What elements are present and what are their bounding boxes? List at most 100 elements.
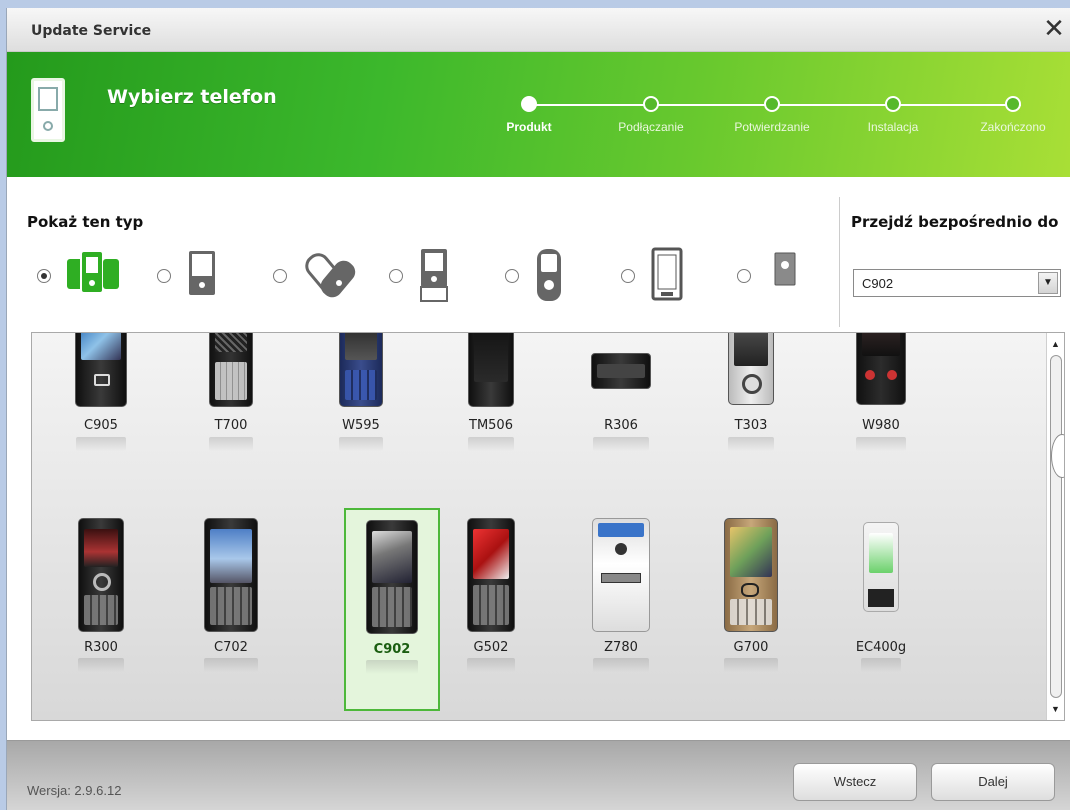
selected-phone-value: C902 <box>862 276 894 291</box>
phone-label: Z780 <box>604 640 638 655</box>
phone-label: TM506 <box>469 418 513 433</box>
phone-tile[interactable]: W595 <box>314 333 408 473</box>
scroll-track[interactable] <box>1050 355 1064 698</box>
phone-label: R300 <box>84 640 118 655</box>
slider-phone-icon <box>420 249 448 302</box>
phone-label: C902 <box>373 642 411 657</box>
step-zakonczono: Zakończono <box>953 92 1070 134</box>
step-label: Zakończono <box>980 120 1046 134</box>
all-phones-icon <box>67 250 119 294</box>
radio-button[interactable] <box>621 269 635 283</box>
phone-tile[interactable]: Z780 <box>574 508 668 708</box>
step-dot-icon <box>1005 96 1021 112</box>
wizard-steps: Produkt Podłączanie Potwierdzanie Instal… <box>497 92 1067 152</box>
page-heading: Wybierz telefon <box>107 86 277 108</box>
phone-image <box>209 333 253 407</box>
type-option-all[interactable] <box>37 247 147 307</box>
version-label: Wersja: 2.9.6.12 <box>27 783 122 798</box>
step-label: Podłączanie <box>618 120 684 134</box>
window-title: Update Service <box>31 23 152 39</box>
phone-reflection <box>209 437 253 451</box>
phone-tile[interactable]: G502 <box>444 508 538 708</box>
phone-reflection <box>366 660 418 674</box>
phone-tile[interactable]: EC400g <box>834 508 928 708</box>
phone-image <box>591 353 651 389</box>
jump-title: Przejdź bezpośrednio do <box>851 213 1059 231</box>
phone-image <box>75 333 127 407</box>
filter-title: Pokaż ten typ <box>27 213 144 231</box>
vertical-scrollbar[interactable]: ▲ ▼ <box>1046 333 1064 720</box>
chevron-down-icon[interactable]: ▼ <box>1038 272 1058 294</box>
phone-label: G502 <box>473 640 509 655</box>
phone-image <box>78 518 124 632</box>
type-option-bar[interactable] <box>157 247 257 307</box>
phone-select-dropdown[interactable]: C902 ▼ <box>853 269 1061 297</box>
radio-button[interactable] <box>505 269 519 283</box>
update-service-window: Update Service ✕ Wybierz telefon Produkt… <box>6 8 1070 810</box>
phone-image <box>366 520 418 634</box>
radio-button[interactable] <box>37 269 51 283</box>
phone-image <box>204 518 258 632</box>
phone-label: R306 <box>604 418 638 433</box>
accessory-icon <box>305 253 356 298</box>
phone-reflection <box>78 658 124 672</box>
back-button[interactable]: Wstecz <box>793 763 917 801</box>
phone-label: W595 <box>342 418 380 433</box>
phone-reflection <box>339 437 383 451</box>
phone-image <box>856 333 906 405</box>
phone-tile-selected[interactable]: C902 <box>344 508 440 711</box>
phone-reflection <box>861 658 901 672</box>
step-label: Potwierdzanie <box>734 120 810 134</box>
radio-button[interactable] <box>389 269 403 283</box>
header-banner: Wybierz telefon Produkt Podłączanie Potw… <box>7 52 1070 177</box>
step-potwierdzanie: Potwierdzanie <box>712 92 832 134</box>
phone-image <box>724 518 778 632</box>
phone-image <box>863 522 899 612</box>
type-option-walkman[interactable] <box>505 247 605 307</box>
phone-reflection <box>468 437 514 451</box>
phone-reflection <box>76 437 126 451</box>
step-label: Produkt <box>506 120 552 134</box>
phone-tile[interactable]: C702 <box>184 508 278 708</box>
phone-image <box>339 333 383 407</box>
step-dot-icon <box>764 96 780 112</box>
radio-button[interactable] <box>273 269 287 283</box>
next-button[interactable]: Dalej <box>931 763 1055 801</box>
radio-button[interactable] <box>737 269 751 283</box>
type-option-other[interactable] <box>737 247 827 307</box>
scroll-up-icon[interactable]: ▲ <box>1049 337 1062 351</box>
step-instalacja: Instalacja <box>833 92 953 134</box>
phone-tile[interactable]: TM506 <box>444 333 538 473</box>
phone-tile[interactable]: R306 <box>574 333 668 473</box>
phone-label: C702 <box>214 640 248 655</box>
phone-tile[interactable]: G700 <box>704 508 798 708</box>
phone-label: C905 <box>84 418 118 433</box>
step-dot-icon <box>643 96 659 112</box>
main-content: Pokaż ten typ Przejdź bezpośrednio do C9… <box>7 177 1070 740</box>
phone-tile[interactable]: C905 <box>54 333 148 473</box>
type-option-accessory[interactable] <box>273 247 383 307</box>
step-dot-icon <box>885 96 901 112</box>
phone-reflection <box>856 437 906 451</box>
phone-label: EC400g <box>855 640 907 655</box>
phone-reflection <box>204 658 258 672</box>
section-divider <box>839 197 840 327</box>
scroll-down-icon[interactable]: ▼ <box>1049 702 1062 716</box>
phone-label: T700 <box>214 418 248 433</box>
phone-tile[interactable]: W980 <box>834 333 928 473</box>
phone-image <box>468 333 514 407</box>
scroll-thumb[interactable] <box>1051 434 1064 478</box>
radio-button[interactable] <box>157 269 171 283</box>
type-option-touchscreen[interactable] <box>621 247 721 307</box>
phone-tile[interactable]: T700 <box>184 333 278 473</box>
phone-label: T303 <box>734 418 768 433</box>
title-bar[interactable]: Update Service ✕ <box>7 8 1070 52</box>
phone-tile[interactable]: R300 <box>54 508 148 708</box>
footer-bar: Wersja: 2.9.6.12 Wstecz Dalej <box>7 740 1070 810</box>
phone-tile[interactable]: T303 <box>704 333 798 473</box>
step-produkt: Produkt <box>469 92 589 134</box>
phone-reflection <box>593 437 649 451</box>
type-option-slider[interactable] <box>389 247 489 307</box>
phone-label: W980 <box>862 418 900 433</box>
close-icon[interactable]: ✕ <box>1039 14 1069 44</box>
